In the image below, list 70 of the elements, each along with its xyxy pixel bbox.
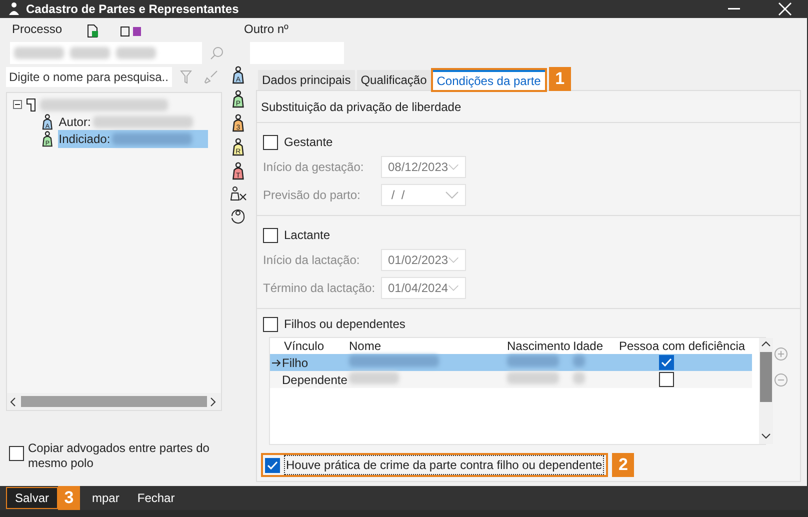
footer-button[interactable]: Fechar <box>129 487 183 509</box>
checkbox[interactable] <box>9 446 24 461</box>
blurred-text <box>507 354 559 366</box>
footer-button[interactable]: Salvar <box>6 487 58 509</box>
tab[interactable]: Qualificação <box>356 70 431 90</box>
footer-button[interactable]: mpar <box>84 487 128 509</box>
checkbox[interactable] <box>659 372 674 387</box>
checkbox[interactable] <box>263 228 278 242</box>
column-header: Pessoa com deficiência <box>619 338 746 355</box>
field-label: Início da gestação: <box>263 159 365 176</box>
remove-person-icon[interactable] <box>229 186 247 202</box>
document-icon <box>26 98 36 112</box>
step-badge: 1 <box>548 67 571 91</box>
vertical-scrollbar[interactable] <box>759 338 773 444</box>
swap-person-icon[interactable] <box>230 208 246 224</box>
horizontal-scrollbar[interactable] <box>7 393 221 410</box>
blurred-text <box>349 372 399 384</box>
column-header: Idade <box>573 338 604 355</box>
field-label: Término da lactação: <box>263 280 376 297</box>
checkbox-label: Houve prática de crime da parte contra filho ou dependente <box>284 455 604 475</box>
field-label: Processo <box>12 21 62 38</box>
checkbox-label: Gestante <box>284 134 333 151</box>
field-label: Outro nº <box>244 21 288 38</box>
search-field[interactable]: Digite o nome para pesquisa... <box>6 67 172 87</box>
table-row[interactable]: Dependente <box>270 371 752 388</box>
window-title: Cadastro de Partes e Representantes <box>26 1 239 18</box>
chevron-down-icon <box>448 256 459 264</box>
tab[interactable]: Dados principais <box>258 70 355 90</box>
note-icon[interactable] <box>120 26 142 38</box>
tab[interactable]: Condições da parte <box>432 70 545 90</box>
close-icon[interactable] <box>778 2 792 16</box>
column-header: Nascimento <box>507 338 572 355</box>
process-number-field[interactable] <box>10 42 202 64</box>
checkbox-label: Filhos ou dependentes <box>284 316 406 333</box>
column-header: Vínculo <box>283 338 326 355</box>
blurred-text <box>573 354 585 366</box>
checkbox[interactable] <box>265 458 280 472</box>
tree-item[interactable]: Indiciado: <box>58 130 208 148</box>
chevron-down-icon <box>448 284 459 292</box>
table-row[interactable]: Filho <box>270 354 752 371</box>
table-cell-text: Dependente <box>282 372 348 388</box>
date-field[interactable]: 01/04/2024 <box>381 277 466 299</box>
table-cell-text: Filho <box>282 354 310 372</box>
blurred-text <box>70 47 110 59</box>
chevron-down-icon <box>445 191 459 199</box>
date-field[interactable]: / / <box>381 184 466 206</box>
checkbox[interactable] <box>263 134 278 150</box>
checkbox[interactable] <box>659 355 674 370</box>
person-icon <box>8 2 20 16</box>
checkbox-label: Lactante <box>284 227 330 244</box>
chevron-down-icon <box>448 163 459 171</box>
field-label: Previsão do parto: <box>263 187 362 204</box>
blurred-text <box>116 47 156 59</box>
blurred-text <box>507 372 559 384</box>
step-badge: 2 <box>612 453 634 477</box>
current-row-arrow-icon <box>272 358 280 366</box>
checkbox[interactable] <box>263 316 278 332</box>
date-field[interactable]: 01/02/2023 <box>381 249 466 271</box>
step-badge: 3 <box>58 486 80 510</box>
minimize-icon[interactable] <box>728 8 740 10</box>
column-header: Nome <box>349 338 382 355</box>
blurred-text <box>573 372 585 384</box>
blurred-text <box>14 47 64 59</box>
checkbox-label: Copiar advogados entre partes do mesmo polo <box>28 441 210 471</box>
document-icon[interactable] <box>86 24 100 38</box>
date-field[interactable]: 08/12/2023 <box>381 156 466 178</box>
tree-item[interactable]: Autor: <box>58 112 194 130</box>
section-header: Substituição da privação de liberdade <box>257 91 800 123</box>
collapse-toggle[interactable] <box>13 100 22 109</box>
field-label: Início da lactação: <box>263 252 361 269</box>
